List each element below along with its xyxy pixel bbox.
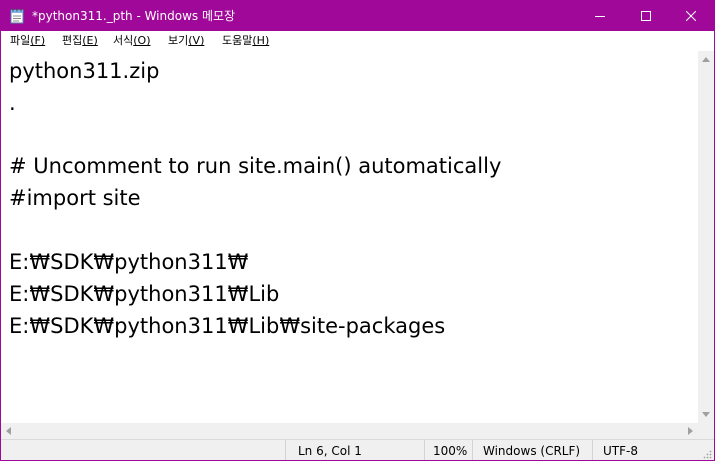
editor-line: python311.zip: [9, 59, 160, 83]
status-encoding-segment: UTF-8: [592, 440, 714, 460]
menu-view-label: 보기: [168, 34, 189, 47]
maximize-icon: [641, 11, 651, 21]
status-encoding: UTF-8: [603, 444, 638, 458]
status-line-ending: Windows (CRLF): [483, 444, 581, 458]
title-bar[interactable]: *python311._pth - Windows 메모장: [1, 1, 714, 31]
menu-bar: 파일(F) 편집(E) 서식(O) 보기(V) 도움말(H): [1, 31, 714, 51]
menu-format-label: 서식: [113, 34, 134, 47]
close-button[interactable]: [668, 1, 714, 31]
scroll-up-arrow-icon[interactable]: [702, 57, 710, 62]
status-position: Ln 6, Col 1: [298, 444, 362, 458]
menu-edit[interactable]: 편집(E): [62, 34, 98, 48]
status-zoom-segment: 100%: [424, 440, 472, 460]
status-position-segment: Ln 6, Col 1: [285, 440, 424, 460]
status-bar: Ln 6, Col 1 100% Windows (CRLF) UTF-8: [1, 439, 714, 460]
scroll-right-arrow-icon[interactable]: [688, 427, 693, 435]
menu-format[interactable]: 서식(O): [113, 34, 151, 48]
menu-edit-accel: (E): [82, 34, 98, 47]
menu-format-accel: (O): [133, 34, 151, 47]
menu-file-accel: (F): [30, 34, 46, 47]
close-icon: [686, 11, 696, 21]
editor-line: E:₩SDK₩python311₩: [9, 250, 249, 274]
scrollbar-corner: [698, 423, 714, 439]
menu-help[interactable]: 도움말(H): [222, 34, 269, 48]
scroll-left-arrow-icon[interactable]: [6, 427, 11, 435]
editor-line: # Uncomment to run site.main() automatic…: [9, 154, 502, 178]
minimize-icon: [595, 16, 605, 17]
status-zoom: 100%: [433, 444, 468, 458]
window-title: *python311._pth - Windows 메모장: [32, 9, 236, 23]
notepad-window: *python311._pth - Windows 메모장 파일(F) 편집(E…: [0, 0, 715, 461]
menu-help-accel: (H): [252, 34, 270, 47]
menu-view[interactable]: 보기(V): [168, 34, 204, 48]
menu-view-accel: (V): [188, 34, 205, 47]
horizontal-scrollbar[interactable]: [1, 423, 698, 439]
resize-grip-icon[interactable]: [702, 449, 712, 459]
status-line-ending-segment: Windows (CRLF): [472, 440, 592, 460]
vertical-scrollbar[interactable]: [698, 51, 714, 423]
editor-line: .: [9, 91, 16, 115]
menu-file[interactable]: 파일(F): [10, 34, 45, 48]
text-editor[interactable]: python311.zip . # Uncomment to run site.…: [1, 51, 698, 423]
notepad-icon: [10, 8, 24, 24]
minimize-button[interactable]: [577, 1, 623, 31]
editor-line: E:₩SDK₩python311₩Lib₩site-packages: [9, 314, 446, 338]
maximize-button[interactable]: [623, 1, 669, 31]
menu-edit-label: 편집: [62, 34, 83, 47]
editor-line: #import site: [9, 186, 141, 210]
editor-line: E:₩SDK₩python311₩Lib: [9, 282, 280, 306]
scroll-down-arrow-icon[interactable]: [702, 412, 710, 417]
menu-help-label: 도움말: [222, 34, 253, 47]
menu-file-label: 파일: [10, 34, 31, 47]
